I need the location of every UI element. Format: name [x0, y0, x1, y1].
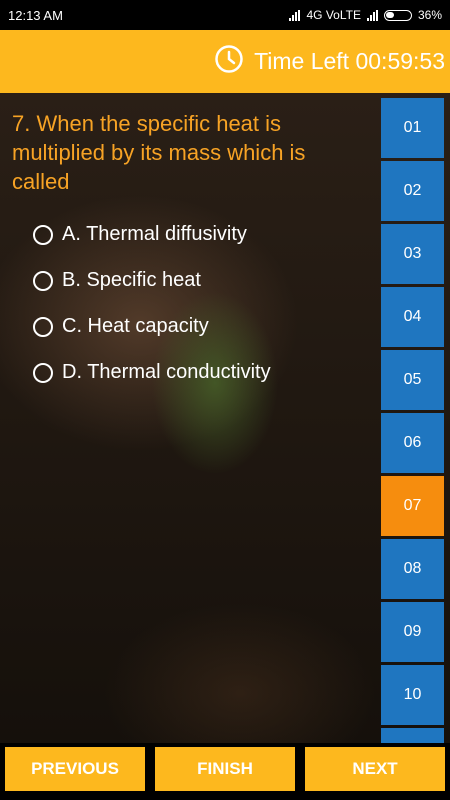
timer-value: 00:59:53 — [355, 48, 445, 74]
option-a[interactable]: A. Thermal diffusivity — [33, 223, 271, 246]
network-label: 4G VoLTE — [306, 8, 361, 22]
timer: Time Left 00:59:53 — [254, 48, 445, 75]
question-nav-button-active[interactable]: 07 — [381, 476, 444, 536]
question-nav-button[interactable]: 06 — [381, 413, 444, 473]
option-label: A. Thermal diffusivity — [62, 223, 247, 245]
option-d[interactable]: D. Thermal conductivity — [33, 361, 271, 384]
cell-signal-icon — [366, 9, 378, 21]
radio-icon[interactable] — [33, 224, 53, 245]
previous-button[interactable]: PREVIOUS — [5, 747, 145, 791]
status-indicators: 4G VoLTE 36% — [289, 8, 442, 22]
question-navigator[interactable]: 01 02 03 04 05 06 07 08 09 10 — [381, 98, 444, 743]
question-nav-button[interactable]: 05 — [381, 350, 444, 410]
option-label: B. Specific heat — [62, 269, 201, 291]
wifi-signal-icon — [289, 9, 301, 21]
option-c[interactable]: C. Heat capacity — [33, 315, 271, 338]
quiz-content: 7. When the specific heat is multiplied … — [0, 93, 450, 743]
timer-label: Time Left — [254, 48, 350, 74]
next-button[interactable]: NEXT — [305, 747, 445, 791]
bottom-bar: PREVIOUS FINISH NEXT — [0, 743, 450, 800]
battery-percent: 36% — [417, 8, 442, 22]
radio-icon[interactable] — [33, 362, 53, 383]
clock-icon — [214, 44, 244, 79]
option-b[interactable]: B. Specific heat — [33, 269, 271, 292]
status-bar: 12:13 AM 4G VoLTE 36% — [0, 0, 450, 30]
option-label: D. Thermal conductivity — [62, 361, 271, 383]
question-text: 7. When the specific heat is multiplied … — [12, 111, 306, 194]
radio-icon[interactable] — [33, 316, 53, 337]
question-nav-button[interactable]: 01 — [381, 98, 444, 158]
question-nav-button[interactable]: 02 — [381, 161, 444, 221]
app-header: Time Left 00:59:53 — [0, 30, 450, 93]
question-nav-button[interactable]: 03 — [381, 224, 444, 284]
battery-icon — [383, 9, 412, 21]
question-nav-button[interactable]: 04 — [381, 287, 444, 347]
question-nav-button[interactable]: 10 — [381, 665, 444, 725]
answer-options: A. Thermal diffusivity B. Specific heat … — [33, 223, 271, 407]
question-nav-button[interactable]: 09 — [381, 602, 444, 662]
question-nav-button-partial[interactable] — [381, 728, 444, 743]
finish-button[interactable]: FINISH — [155, 747, 295, 791]
question-nav-button[interactable]: 08 — [381, 539, 444, 599]
radio-icon[interactable] — [33, 270, 53, 291]
status-time: 12:13 AM — [8, 7, 63, 23]
option-label: C. Heat capacity — [62, 315, 209, 337]
